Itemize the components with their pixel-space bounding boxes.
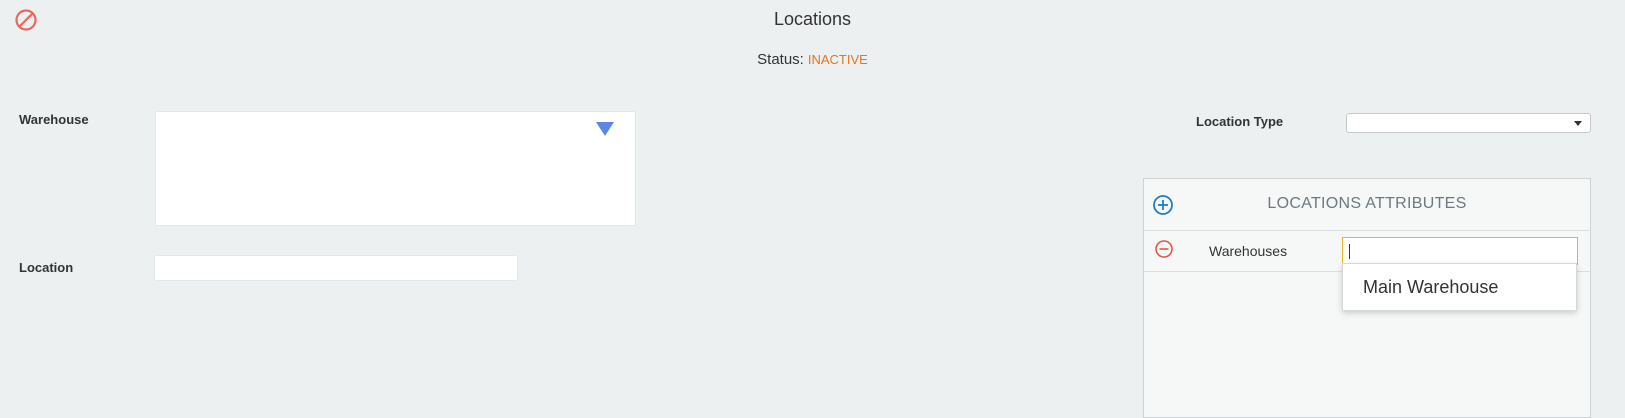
warehouse-label: Warehouse — [19, 112, 89, 127]
suggestion-item[interactable]: Main Warehouse — [1363, 277, 1498, 298]
location-label: Location — [19, 260, 74, 275]
dropdown-arrow-icon[interactable] — [596, 122, 614, 136]
attributes-title: LOCATIONS ATTRIBUTES — [1267, 195, 1467, 212]
page-title: Locations — [773, 9, 852, 29]
location-input[interactable] — [154, 255, 518, 281]
text-caret — [1349, 244, 1350, 259]
minus-circle-icon[interactable] — [1154, 239, 1174, 259]
status-line: Status: INACTIVE — [0, 51, 1625, 68]
warehouses-input[interactable] — [1342, 237, 1578, 265]
location-type-label: Location Type — [1196, 114, 1284, 129]
status-badge: INACTIVE — [807, 52, 868, 67]
status-label: Status: — [757, 51, 804, 68]
warehouse-suggestions-dropdown: Main Warehouse — [1342, 263, 1577, 311]
warehouse-multiselect[interactable] — [155, 111, 636, 226]
caret-down-icon — [1574, 121, 1582, 126]
attributes-header: LOCATIONS ATTRIBUTES — [1144, 179, 1590, 231]
location-type-select[interactable] — [1346, 113, 1591, 133]
attribute-row-label: Warehouses — [1209, 243, 1288, 259]
